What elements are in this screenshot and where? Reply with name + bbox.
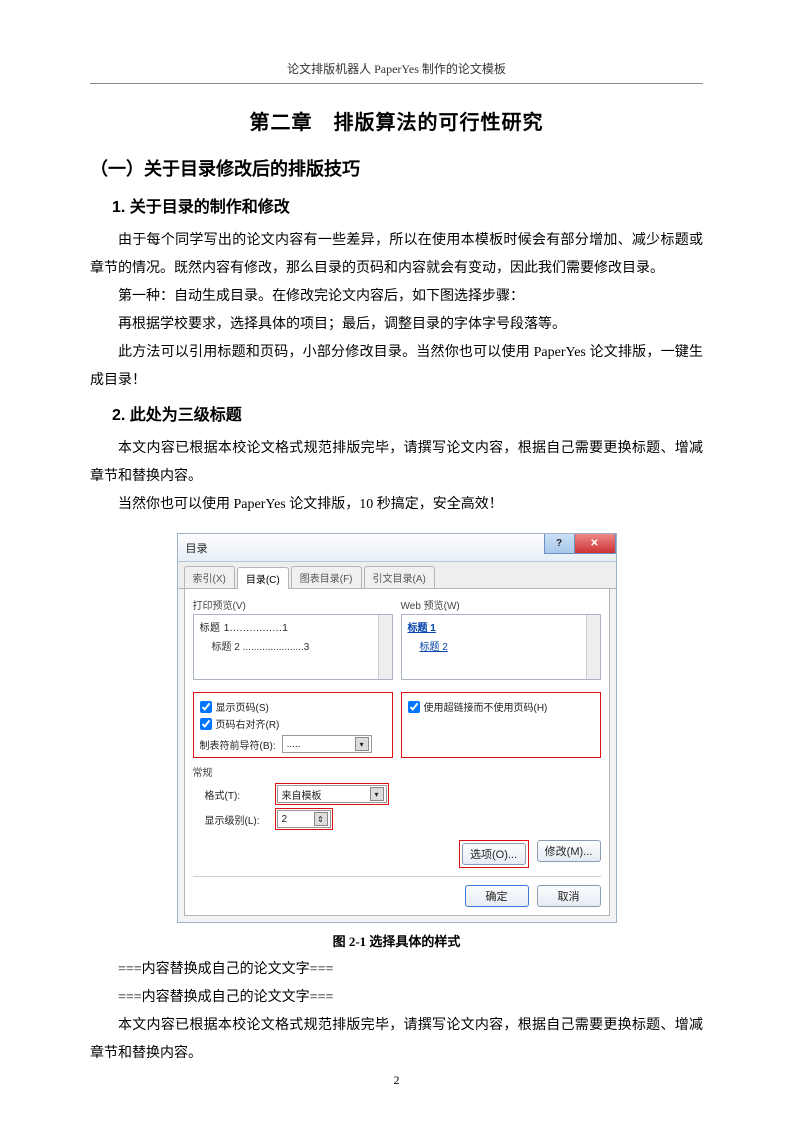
placeholder-text: ===内容替换成自己的论文文字===: [90, 984, 703, 1012]
print-preview-box[interactable]: 标题 1................1 标题 2 .............…: [193, 614, 393, 680]
format-combo[interactable]: 来自模板 ▾: [277, 785, 387, 803]
levels-spinner[interactable]: 2 ⇕: [277, 810, 331, 828]
section-heading-1: （一）关于目录修改后的排版技巧: [90, 155, 703, 181]
dialog-figure: 目录 ? ✕ 索引(X) 目录(C) 图表目录(F) 引文目录(A) 打印预览(…: [90, 533, 703, 923]
general-label: 常规: [193, 764, 601, 779]
tab-citations[interactable]: 引文目录(A): [364, 566, 435, 588]
subsection-heading-2: 2. 此处为三级标题: [112, 401, 703, 425]
close-button[interactable]: ✕: [574, 534, 616, 554]
tab-toc[interactable]: 目录(C): [237, 567, 289, 589]
checkbox-input[interactable]: [408, 701, 420, 713]
dialog-title: 目录: [186, 540, 208, 556]
page-header: 论文排版机器人 PaperYes 制作的论文模板: [90, 60, 703, 84]
chapter-title: 第二章 排版算法的可行性研究: [90, 106, 703, 135]
tab-index[interactable]: 索引(X): [184, 566, 235, 588]
checkbox-label: 显示页码(S): [216, 699, 269, 714]
chevron-down-icon[interactable]: ▾: [355, 737, 369, 751]
web-preview-label: Web 预览(W): [401, 597, 601, 612]
hyperlink-checkbox[interactable]: 使用超链接而不使用页码(H): [408, 699, 594, 714]
spinner-arrows-icon[interactable]: ⇕: [314, 812, 328, 826]
combo-value: 来自模板: [282, 787, 322, 802]
format-label: 格式(T):: [205, 787, 269, 802]
tab-leader-label: 制表符前导符(B):: [200, 737, 276, 752]
figure-caption: 图 2-1 选择具体的样式: [90, 931, 703, 950]
cancel-button[interactable]: 取消: [537, 885, 601, 907]
right-options-highlight: 使用超链接而不使用页码(H): [401, 692, 601, 758]
general-section: 常规 格式(T): 来自模板 ▾ 显示级别(L): 2: [193, 764, 601, 830]
dialog-titlebar: 目录 ? ✕: [178, 534, 616, 562]
checkbox-label: 页码右对齐(R): [216, 716, 280, 731]
scrollbar[interactable]: [378, 615, 392, 679]
dialog-panel: 打印预览(V) 标题 1................1 标题 2 .....…: [184, 589, 610, 916]
combo-value: .....: [287, 739, 301, 750]
levels-label: 显示级别(L):: [205, 812, 269, 827]
checkbox-input[interactable]: [200, 701, 212, 713]
paragraph: 本文内容已根据本校论文格式规范排版完毕，请撰写论文内容，根据自己需要更换标题、增…: [90, 1012, 703, 1068]
web-link[interactable]: 标题 1: [408, 619, 594, 634]
paragraph: 本文内容已根据本校论文格式规范排版完毕，请撰写论文内容，根据自己需要更换标题、增…: [90, 435, 703, 491]
checkbox-label: 使用超链接而不使用页码(H): [424, 699, 548, 714]
show-page-checkbox[interactable]: 显示页码(S): [200, 699, 386, 714]
help-button[interactable]: ?: [544, 534, 574, 554]
dialog-tabs: 索引(X) 目录(C) 图表目录(F) 引文目录(A): [178, 562, 616, 589]
paragraph: 此方法可以引用标题和页码，小部分修改目录。当然你也可以使用 PaperYes 论…: [90, 339, 703, 395]
subsection-heading-1: 1. 关于目录的制作和修改: [112, 193, 703, 217]
options-button[interactable]: 选项(O)...: [462, 843, 526, 865]
chevron-down-icon[interactable]: ▾: [370, 787, 384, 801]
paragraph: 第一种：自动生成目录。在修改完论文内容后，如下图选择步骤：: [90, 283, 703, 311]
paragraph: 由于每个同学写出的论文内容有一些差异，所以在使用本模板时候会有部分增加、减少标题…: [90, 227, 703, 283]
page-number: 2: [0, 1073, 793, 1088]
tab-figures[interactable]: 图表目录(F): [291, 566, 362, 588]
placeholder-text: ===内容替换成自己的论文文字===: [90, 956, 703, 984]
paragraph: 再根据学校要求，选择具体的项目；最后，调整目录的字体字号段落等。: [90, 311, 703, 339]
spinner-value: 2: [282, 814, 288, 825]
paragraph: 当然你也可以使用 PaperYes 论文排版，10 秒搞定，安全高效！: [90, 491, 703, 519]
preview-line: 标题 1................1: [200, 619, 386, 634]
tab-leader-combo[interactable]: ..... ▾: [282, 735, 372, 753]
right-align-checkbox[interactable]: 页码右对齐(R): [200, 716, 386, 731]
web-preview-box[interactable]: 标题 1 标题 2: [401, 614, 601, 680]
print-preview-label: 打印预览(V): [193, 597, 393, 612]
modify-button[interactable]: 修改(M)...: [537, 840, 601, 862]
preview-line: 标题 2 ......................3: [212, 638, 386, 653]
checkbox-input[interactable]: [200, 718, 212, 730]
scrollbar[interactable]: [586, 615, 600, 679]
left-options-highlight: 显示页码(S) 页码右对齐(R) 制表符前导符(B): ..... ▾: [193, 692, 393, 758]
ok-button[interactable]: 确定: [465, 885, 529, 907]
web-link[interactable]: 标题 2: [420, 638, 594, 653]
toc-dialog: 目录 ? ✕ 索引(X) 目录(C) 图表目录(F) 引文目录(A) 打印预览(…: [177, 533, 617, 923]
options-button-highlight: 选项(O)...: [459, 840, 529, 868]
